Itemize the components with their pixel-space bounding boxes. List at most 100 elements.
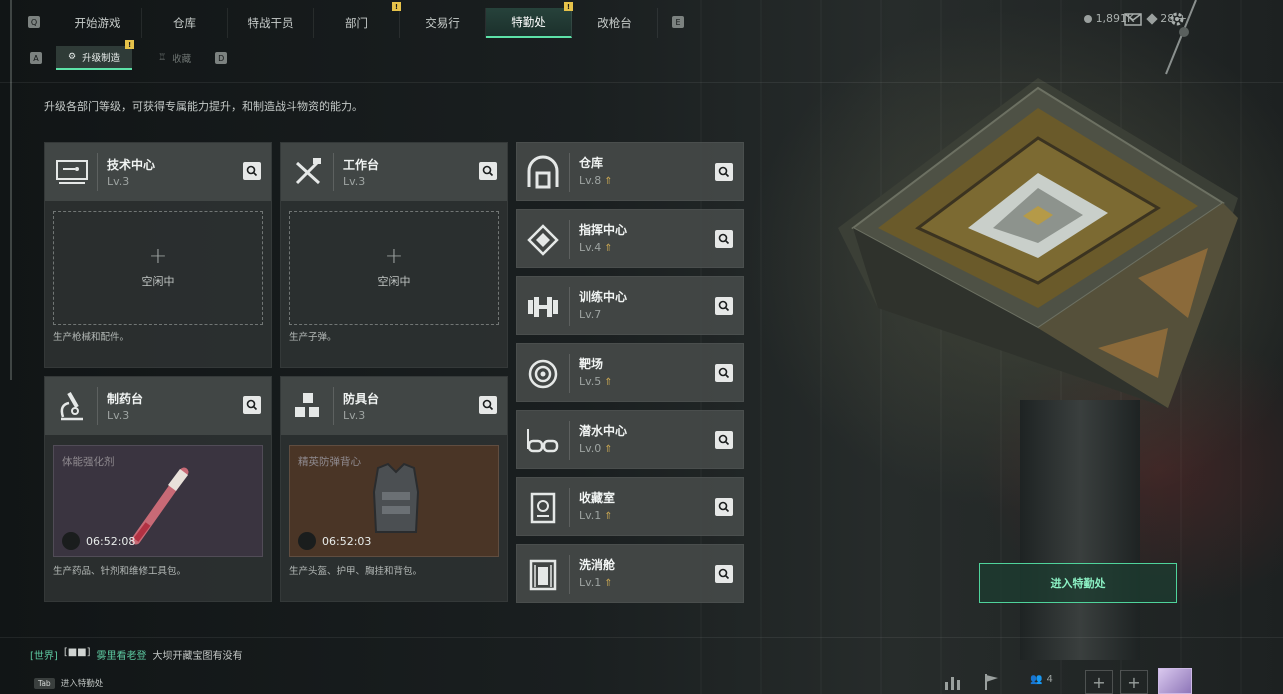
friends-button[interactable]: 👥 4 bbox=[1030, 674, 1053, 685]
facility-level: Lv.8 ⇑ bbox=[579, 174, 613, 187]
header-separator bbox=[569, 220, 570, 259]
search-icon[interactable] bbox=[715, 297, 733, 315]
idle-slot[interactable]: + 空闲中 bbox=[53, 211, 263, 325]
facility-name: 训练中心 bbox=[579, 290, 628, 304]
search-icon[interactable] bbox=[715, 230, 733, 248]
wrench-icon: ⚙ bbox=[68, 52, 77, 62]
product-name: 精英防弹背心 bbox=[298, 456, 361, 468]
flag-icon[interactable] bbox=[982, 672, 1002, 692]
tab-departments[interactable]: 部门! bbox=[314, 2, 401, 38]
station-footer: 生产枪械和配件。 bbox=[53, 332, 130, 343]
search-icon[interactable] bbox=[715, 498, 733, 516]
production-timer: 06:52:08 bbox=[86, 535, 136, 548]
idle-slot[interactable]: + 空闲中 bbox=[289, 211, 499, 325]
station-name: 制药台 bbox=[107, 392, 144, 406]
chat-line[interactable]: [世界] [■■] 雾里看老登 大坝开藏宝图有没有 bbox=[30, 647, 243, 662]
facility-diving-center[interactable]: 潜水中心 Lv.0 ⇑ bbox=[516, 410, 744, 469]
station-tech-center[interactable]: 技术中心 Lv.3 + 空闲中 生产枪械和配件。 bbox=[44, 142, 272, 368]
search-icon[interactable] bbox=[715, 163, 733, 181]
station-name: 技术中心 bbox=[107, 158, 156, 172]
chat-channel: [世界] bbox=[30, 651, 58, 662]
subtab-upgrade-craft[interactable]: ⚙ 升级制造 ! bbox=[56, 40, 135, 70]
facility-command-center[interactable]: 指挥中心 Lv.4 ⇑ bbox=[516, 209, 744, 268]
timer-icon bbox=[298, 532, 316, 550]
search-icon[interactable] bbox=[243, 396, 261, 414]
tab-special-ops[interactable]: 特勤处! bbox=[486, 2, 573, 38]
armor-vest-icon bbox=[372, 462, 420, 533]
header-separator bbox=[569, 555, 570, 594]
production-slot[interactable]: 精英防弹背心 06:52:03 bbox=[289, 445, 499, 557]
station-level: Lv.3 bbox=[343, 175, 366, 188]
facility-shooting-range[interactable]: 靶场 Lv.5 ⇑ bbox=[516, 343, 744, 402]
facility-collection-room[interactable]: 收藏室 Lv.1 ⇑ bbox=[516, 477, 744, 536]
facility-warehouse[interactable]: 仓库 Lv.8 ⇑ bbox=[516, 142, 744, 201]
arch-icon bbox=[527, 155, 559, 189]
page-description: 升级各部门等级，可获得专属能力提升，和制造战斗物资的能力。 bbox=[44, 100, 363, 113]
facility-level: Lv.1 ⇑ bbox=[579, 509, 613, 522]
search-icon[interactable] bbox=[479, 396, 497, 414]
stats-icon[interactable] bbox=[942, 672, 962, 692]
station-workbench[interactable]: 工作台 Lv.3 + 空闲中 生产子弹。 bbox=[280, 142, 508, 368]
production-slot[interactable]: 体能强化剂 06:52:08 bbox=[53, 445, 263, 557]
add-slot-button[interactable]: + bbox=[1120, 670, 1148, 694]
goggles-icon bbox=[527, 429, 559, 453]
tab-gunsmith[interactable]: 改枪台 bbox=[572, 8, 658, 38]
mail-icon[interactable] bbox=[1124, 10, 1142, 28]
chat-user[interactable]: 雾里看老登 bbox=[97, 647, 147, 662]
subnav-right-key[interactable]: D bbox=[215, 52, 228, 64]
facility-level: Lv.1 ⇑ bbox=[579, 576, 613, 589]
ticket-icon bbox=[1146, 12, 1158, 25]
add-slot-button[interactable]: + bbox=[1085, 670, 1113, 694]
left-accent-line bbox=[10, 0, 12, 380]
station-header: 技术中心 Lv.3 bbox=[45, 143, 271, 201]
facility-name: 潜水中心 bbox=[579, 424, 628, 438]
friends-icon: 👥 bbox=[1030, 674, 1043, 685]
trophy-icon bbox=[530, 492, 556, 524]
header-separator bbox=[569, 287, 570, 326]
nav-left-key[interactable]: Q bbox=[28, 16, 40, 28]
facility-decon-chamber[interactable]: 洗消舱 Lv.1 ⇑ bbox=[516, 544, 744, 603]
header-separator bbox=[97, 387, 98, 425]
tab-operators[interactable]: 特战干员 bbox=[228, 8, 314, 38]
upgrade-arrow-icon: ⇑ bbox=[604, 377, 613, 388]
station-level: Lv.3 bbox=[343, 409, 366, 422]
top-navigation: Q 开始游戏 仓库 特战干员 部门! 交易行 特勤处! 改枪台 E bbox=[28, 2, 684, 38]
station-footer: 生产子弹。 bbox=[289, 332, 337, 343]
search-icon[interactable] bbox=[715, 431, 733, 449]
tab-hint[interactable]: Tab 进入特勤处 bbox=[34, 677, 103, 689]
nav-right-key[interactable]: E bbox=[672, 16, 684, 28]
avatar[interactable] bbox=[1158, 668, 1192, 694]
facility-name: 收藏室 bbox=[579, 491, 616, 505]
facility-level: Lv.7 bbox=[579, 308, 602, 321]
header-separator bbox=[569, 153, 570, 192]
facility-level: Lv.0 ⇑ bbox=[579, 442, 613, 455]
station-name: 工作台 bbox=[343, 158, 380, 172]
station-name: 防具台 bbox=[343, 392, 380, 406]
tab-trading[interactable]: 交易行 bbox=[400, 8, 486, 38]
subtab-collection[interactable]: ♖ 收藏 bbox=[146, 46, 203, 70]
station-armor-bench[interactable]: 防具台 Lv.3 精英防弹背心 06:52:03 生产头盔、护甲、胸挂和背包。 bbox=[280, 376, 508, 602]
special-ops-cube-render bbox=[838, 78, 1238, 408]
header-separator bbox=[97, 153, 98, 191]
idle-status: 空闲中 bbox=[141, 275, 175, 288]
enter-special-ops-button[interactable]: 进入特勤处 bbox=[979, 563, 1177, 603]
upgrade-arrow-icon: ⇑ bbox=[604, 511, 613, 522]
shower-icon bbox=[529, 559, 557, 591]
header-separator bbox=[569, 354, 570, 393]
computer-icon bbox=[56, 160, 88, 184]
search-icon[interactable] bbox=[715, 565, 733, 583]
facility-training-center[interactable]: 训练中心 Lv.7 bbox=[516, 276, 744, 335]
subtab-badge: ! bbox=[125, 40, 135, 49]
tab-warehouse[interactable]: 仓库 bbox=[142, 8, 228, 38]
cube-pillar bbox=[1020, 400, 1140, 660]
header-separator bbox=[569, 488, 570, 527]
tab-start-game[interactable]: 开始游戏 bbox=[54, 8, 142, 38]
plus-icon: + bbox=[148, 244, 168, 269]
search-icon[interactable] bbox=[243, 162, 261, 180]
subnav-left-key[interactable]: A bbox=[30, 52, 42, 64]
product-name: 体能强化剂 bbox=[62, 456, 115, 468]
search-icon[interactable] bbox=[479, 162, 497, 180]
station-pharmacy[interactable]: 制药台 Lv.3 体能强化剂 06:52:08 生产药品、针剂和维修工具包。 bbox=[44, 376, 272, 602]
search-icon[interactable] bbox=[715, 364, 733, 382]
sub-navigation: A ⚙ 升级制造 ! ♖ 收藏 D bbox=[30, 40, 228, 70]
